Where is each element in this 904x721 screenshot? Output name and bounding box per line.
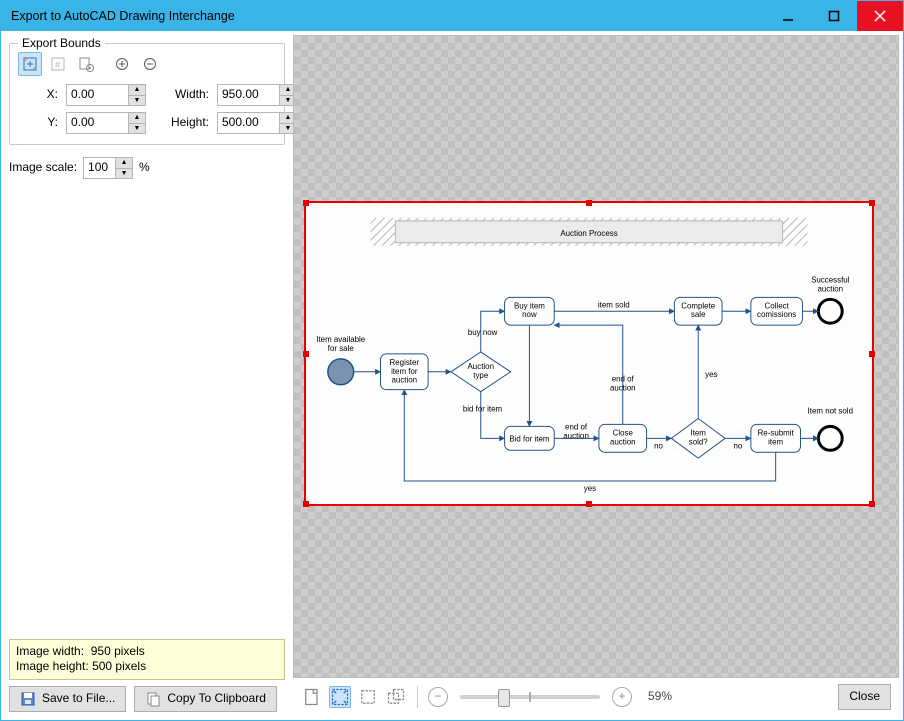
preview-toolbar: − + 59% Close <box>293 678 899 716</box>
maximize-button[interactable] <box>811 1 857 31</box>
page-icon[interactable] <box>301 686 323 708</box>
x-label: X: <box>18 87 58 103</box>
svg-text:Item not sold: Item not sold <box>808 407 853 416</box>
width-input[interactable]: ▲▼ <box>217 84 297 106</box>
svg-text:Bid for item: Bid for item <box>509 434 550 443</box>
svg-text:bid for item: bid for item <box>463 405 503 414</box>
x-input[interactable]: ▲▼ <box>66 84 146 106</box>
svg-text:end ofauction: end ofauction <box>610 375 636 393</box>
bounds-mode-settings-icon[interactable] <box>74 52 98 76</box>
export-bounds-group: Export Bounds # <box>9 43 285 145</box>
diagram-title: Auction Process <box>560 229 617 238</box>
copy-to-clipboard-button[interactable]: Copy To Clipboard <box>134 686 277 712</box>
svg-text:item sold: item sold <box>598 300 630 309</box>
svg-text:end ofauction: end ofauction <box>563 422 589 440</box>
zoom-in-bounds-icon[interactable] <box>110 52 134 76</box>
status-box: Image width: 950 pixels Image height: 50… <box>9 639 285 680</box>
preview-canvas[interactable]: Auction Process Item availablefor sale R… <box>293 35 899 678</box>
titlebar: Export to AutoCAD Drawing Interchange <box>1 1 903 31</box>
close-window-button[interactable] <box>857 1 903 31</box>
svg-text:no: no <box>734 441 743 450</box>
y-input[interactable]: ▲▼ <box>66 112 146 134</box>
zoom-slider[interactable] <box>460 695 600 699</box>
svg-text:no: no <box>654 441 663 450</box>
svg-text:yes: yes <box>705 370 717 379</box>
close-button[interactable]: Close <box>838 684 891 710</box>
save-icon <box>20 691 36 707</box>
width-label: Width: <box>154 87 209 103</box>
svg-text:Closeauction: Closeauction <box>610 428 636 446</box>
zoom-value: 59% <box>648 689 672 705</box>
svg-text:Registeritem forauction: Registeritem forauction <box>390 358 420 385</box>
scale-input[interactable]: ▲▼ <box>83 157 133 179</box>
scale-label: Image scale: <box>9 160 77 176</box>
bounds-mode-number-icon[interactable]: # <box>46 52 70 76</box>
svg-text:Successfulauction: Successfulauction <box>811 275 850 293</box>
window-title: Export to AutoCAD Drawing Interchange <box>11 8 765 24</box>
svg-text:Itemsold?: Itemsold? <box>689 428 709 446</box>
bounds-mode-page-icon[interactable] <box>18 52 42 76</box>
height-label: Height: <box>154 115 209 131</box>
height-input[interactable]: ▲▼ <box>217 112 297 134</box>
svg-text:yes: yes <box>584 484 596 493</box>
fit-icon[interactable] <box>329 686 351 708</box>
zoom-out-button[interactable]: − <box>428 687 448 707</box>
diagram-preview: Auction Process Item availablefor sale R… <box>306 203 872 506</box>
zoom-in-button[interactable]: + <box>612 687 632 707</box>
export-bounds-legend: Export Bounds <box>18 36 105 52</box>
minimize-button[interactable] <box>765 1 811 31</box>
selection-icon[interactable] <box>357 686 379 708</box>
save-to-file-button[interactable]: Save to File... <box>9 686 126 712</box>
clipboard-icon <box>145 691 161 707</box>
svg-text:Item availablefor sale: Item availablefor sale <box>316 335 366 353</box>
svg-text:buy now: buy now <box>468 328 498 337</box>
svg-text:#: # <box>55 60 60 70</box>
crop-icon[interactable] <box>385 686 407 708</box>
zoom-out-bounds-icon[interactable] <box>138 52 162 76</box>
scale-unit: % <box>139 160 150 176</box>
y-label: Y: <box>18 115 58 131</box>
export-bounds-handle[interactable]: Auction Process Item availablefor sale R… <box>304 201 874 506</box>
